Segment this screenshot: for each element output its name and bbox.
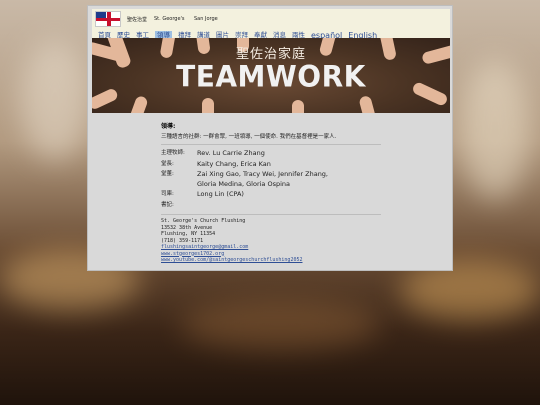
site-name-zh: 聖佐治堂 (127, 17, 148, 23)
site-name-en: St. George's (154, 16, 185, 22)
episcopal-flag-icon[interactable] (95, 11, 121, 27)
staff-names: Kaity Chang, Erica Kan (197, 159, 271, 168)
staff-names: Long Lin (CPA) (197, 190, 244, 198)
email-link[interactable]: flushingsaintgeorge@gmail.com (161, 244, 248, 250)
section-title: 領導: (161, 123, 176, 130)
staff-row: 主理牧師: Rev. Lu Carrie Zhang (161, 149, 391, 159)
staff-names: Gloria Medina, Gloria Ospina (197, 179, 291, 188)
staff-row: 司庫: Long Lin (CPA) (161, 190, 391, 200)
teamwork-banner: 聖佐治家庭 TEAMWORK (92, 38, 450, 113)
website-link[interactable]: www.stgeorges1702.org (161, 251, 224, 257)
contact-address: St. George's Church Flushing 13532 38th … (161, 218, 302, 264)
background-blur (460, 60, 530, 200)
staff-role: 司庫: (161, 191, 174, 197)
leadership-section: 領導: 三種語言的社群: 一群會眾, 一班領導, 一個使命. 我們在基督裡是一家… (161, 121, 391, 219)
staff-role: 堂董: (161, 171, 174, 177)
staff-names: Zai Xing Gao, Tracy Wei, Jennifer Zhang, (197, 170, 329, 178)
divider (161, 214, 381, 215)
staff-row: 堂董: Zai Xing Gao, Tracy Wei, Jennifer Zh… (161, 170, 391, 189)
mission-text: 三種語言的社群: 一群會眾, 一班領導, 一個使命. 我們在基督裡是一家人. (161, 134, 337, 140)
staff-role: 書記: (161, 201, 174, 208)
background-blur (180, 300, 380, 350)
header-bar: 聖佐治堂 St. George's San Jorge 首頁 歷史 事工 領導 … (92, 9, 450, 40)
page-container: 聖佐治堂 St. George's San Jorge 首頁 歷史 事工 領導 … (87, 5, 453, 271)
banner-title-en: TEAMWORK (176, 59, 366, 94)
background-blur (20, 40, 90, 160)
site-name-es: San Jorge (194, 16, 218, 22)
staff-role: 堂長: (161, 160, 174, 167)
staff-row: 書記: (161, 201, 391, 211)
youtube-link[interactable]: www.youtube.com/@saintgeorgeschurchflush… (161, 257, 302, 263)
staff-names: Rev. Lu Carrie Zhang (197, 149, 265, 157)
staff-row: 堂長: Kaity Chang, Erica Kan (161, 160, 391, 170)
staff-role: 主理牧師: (161, 150, 185, 156)
divider (161, 144, 381, 145)
